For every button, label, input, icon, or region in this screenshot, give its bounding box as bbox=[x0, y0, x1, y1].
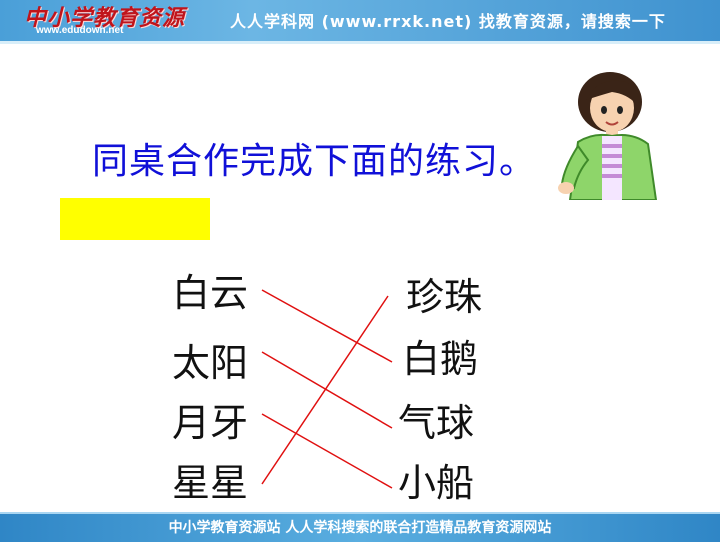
right-word: 小船 bbox=[398, 461, 475, 505]
right-word: 白鹅 bbox=[402, 337, 479, 381]
right-word: 气球 bbox=[398, 401, 475, 445]
right-word: 珍珠 bbox=[406, 275, 483, 319]
left-word: 星星 bbox=[172, 461, 249, 505]
match-line bbox=[261, 351, 393, 429]
matching-lines bbox=[261, 289, 393, 489]
footer-banner[interactable]: 中小学教育资源站 人人学科搜索的联合打造精品教育资源网站 bbox=[0, 512, 720, 542]
left-word: 太阳 bbox=[172, 341, 249, 385]
match-line bbox=[261, 289, 393, 363]
left-word: 月牙 bbox=[172, 401, 249, 445]
match-line bbox=[261, 413, 393, 489]
left-word: 白云 bbox=[172, 271, 249, 315]
